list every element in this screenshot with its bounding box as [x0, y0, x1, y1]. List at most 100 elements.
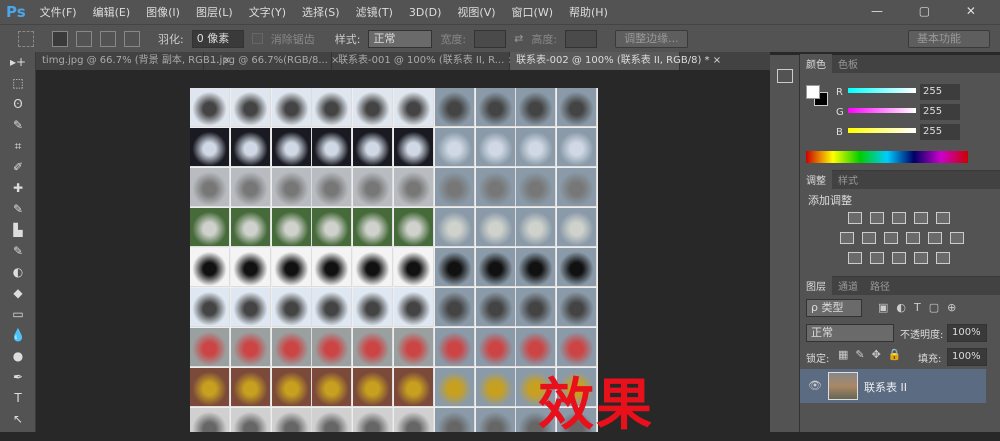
- tool-icon[interactable]: ◐: [0, 262, 36, 283]
- swap-icon[interactable]: ⇄: [514, 32, 523, 45]
- adjustment-icon[interactable]: [862, 232, 876, 244]
- menu-item[interactable]: 文件(F): [40, 6, 77, 19]
- tool-icon[interactable]: ✎: [0, 199, 36, 220]
- adjustment-icon[interactable]: [848, 212, 862, 224]
- tab-paths[interactable]: 路径: [864, 276, 896, 295]
- b-input[interactable]: 255: [920, 124, 960, 140]
- menu-item[interactable]: 视图(V): [457, 6, 495, 19]
- adjustment-icon[interactable]: [914, 252, 928, 264]
- color-panel: 颜色 色板 R 255 G 255 B 255: [800, 54, 1000, 170]
- document-tab[interactable]: timg.jpg @ 66.7% (背景 副本, RGB... ×: [36, 52, 231, 70]
- menu-item[interactable]: 编辑(E): [93, 6, 131, 19]
- menu-bar: Ps 文件(F) 编辑(E) 图像(I) 图层(L) 文字(Y) 选择(S) 滤镜(T) 3D…: [0, 0, 1000, 24]
- g-input[interactable]: 255: [920, 104, 960, 120]
- tab-adjustments[interactable]: 调整: [800, 170, 832, 189]
- tab-channels[interactable]: 通道: [832, 276, 864, 295]
- adjustment-icon[interactable]: [892, 252, 906, 264]
- contact-sheet-thumbnail: [394, 168, 434, 207]
- document-canvas[interactable]: [190, 88, 598, 432]
- tool-icon[interactable]: ▙: [0, 220, 36, 241]
- tool-icon[interactable]: T: [0, 388, 36, 409]
- tool-icon[interactable]: ▭: [0, 304, 36, 325]
- tool-icon[interactable]: ⌗: [0, 136, 36, 157]
- lock-icons[interactable]: ▦✎✥🔒: [838, 348, 909, 361]
- history-icon[interactable]: [777, 69, 793, 83]
- opacity-input[interactable]: 100%: [947, 324, 987, 342]
- close-tab-icon[interactable]: ×: [710, 55, 721, 66]
- antialias-checkbox[interactable]: [251, 33, 263, 44]
- style-select[interactable]: 正常: [368, 29, 433, 48]
- adjustment-icon[interactable]: [884, 232, 898, 244]
- r-input[interactable]: 255: [920, 84, 960, 100]
- menu-item[interactable]: 选择(S): [302, 6, 340, 19]
- tool-icon[interactable]: ✒: [0, 367, 36, 388]
- document-tab[interactable]: 1.jpg @ 66.7%(RGB/8... ×: [204, 52, 339, 70]
- tool-icon[interactable]: ✐: [0, 157, 36, 178]
- subtract-selection-icon[interactable]: [100, 30, 116, 47]
- tool-icon[interactable]: ↖: [0, 409, 36, 430]
- tab-styles[interactable]: 样式: [832, 170, 864, 189]
- fill-input[interactable]: 100%: [947, 348, 987, 366]
- color-spectrum[interactable]: [806, 151, 968, 163]
- contact-sheet-thumbnail: [230, 208, 271, 247]
- adjustment-icon[interactable]: [928, 232, 942, 244]
- menu-item[interactable]: 滤镜(T): [356, 6, 393, 19]
- refine-edge-button[interactable]: 调整边缘...: [615, 29, 688, 48]
- foreground-swatch[interactable]: [806, 85, 820, 99]
- marquee-preset-icon[interactable]: [18, 30, 34, 47]
- tool-icon[interactable]: ⬚: [0, 73, 36, 94]
- tool-icon[interactable]: ✎: [0, 115, 36, 136]
- workspace-select[interactable]: 基本功能: [908, 29, 990, 48]
- adjustment-icon[interactable]: [914, 212, 928, 224]
- contact-sheet-thumbnail: [190, 288, 230, 327]
- add-selection-icon[interactable]: [76, 30, 92, 47]
- b-slider[interactable]: [848, 128, 916, 133]
- tool-icon[interactable]: ●: [0, 346, 36, 367]
- adjustment-icon[interactable]: [840, 232, 854, 244]
- tab-layers[interactable]: 图层: [800, 276, 832, 295]
- tool-icon[interactable]: ◆: [0, 283, 36, 304]
- menu-item[interactable]: 帮助(H): [569, 6, 608, 19]
- adjustment-icon[interactable]: [906, 232, 920, 244]
- tool-icon[interactable]: ✎: [0, 241, 36, 262]
- adjustment-icon[interactable]: [870, 212, 884, 224]
- document-tab[interactable]: 联系表-001 @ 100% (联系表 II, R... ×: [332, 52, 516, 70]
- tool-icon[interactable]: 💧: [0, 325, 36, 346]
- r-slider[interactable]: [848, 88, 916, 93]
- tab-color[interactable]: 颜色: [800, 54, 832, 73]
- window-controls[interactable]: — ▢ ✕: [871, 4, 992, 18]
- contact-sheet-thumbnail: [557, 168, 598, 207]
- adjustment-icon[interactable]: [892, 212, 906, 224]
- blend-mode-select[interactable]: 正常: [806, 324, 894, 342]
- tab-swatches[interactable]: 色板: [832, 54, 864, 73]
- menu-item[interactable]: 3D(D): [409, 6, 442, 19]
- style-label: 样式:: [334, 32, 361, 46]
- layer-row[interactable]: 👁 联系表 II: [800, 369, 986, 403]
- adjustment-icon[interactable]: [848, 252, 862, 264]
- feather-input[interactable]: 0 像素: [191, 29, 244, 48]
- tool-icon[interactable]: ʘ: [0, 94, 36, 115]
- width-input[interactable]: [474, 29, 507, 48]
- contact-sheet-thumbnail: [475, 328, 516, 367]
- contact-sheet-thumbnail: [230, 288, 271, 327]
- g-slider[interactable]: [848, 108, 916, 113]
- layer-filter-icons[interactable]: ▣◐T▢⊕: [878, 301, 964, 314]
- tool-icon[interactable]: ▸+: [0, 52, 36, 73]
- new-selection-icon[interactable]: [52, 30, 68, 47]
- height-input[interactable]: [565, 29, 598, 48]
- intersect-selection-icon[interactable]: [124, 30, 140, 47]
- contact-sheet-thumbnail: [394, 128, 434, 167]
- layer-filter-select[interactable]: ρ 类型: [806, 299, 862, 317]
- tool-icon[interactable]: ✚: [0, 178, 36, 199]
- adjustment-icon[interactable]: [870, 252, 884, 264]
- adjustment-icon[interactable]: [950, 232, 964, 244]
- document-tab[interactable]: 联系表-002 @ 100% (联系表 II, RGB/8) * ×: [510, 52, 721, 70]
- menu-item[interactable]: 图层(L): [196, 6, 233, 19]
- menu-item[interactable]: 窗口(W): [512, 6, 553, 19]
- menu-item[interactable]: 图像(I): [146, 6, 180, 19]
- height-label: 高度:: [531, 32, 558, 46]
- menu-item[interactable]: 文字(Y): [249, 6, 286, 19]
- visibility-eye-icon[interactable]: 👁: [808, 379, 822, 392]
- adjustment-icon[interactable]: [936, 212, 950, 224]
- adjustment-icon[interactable]: [936, 252, 950, 264]
